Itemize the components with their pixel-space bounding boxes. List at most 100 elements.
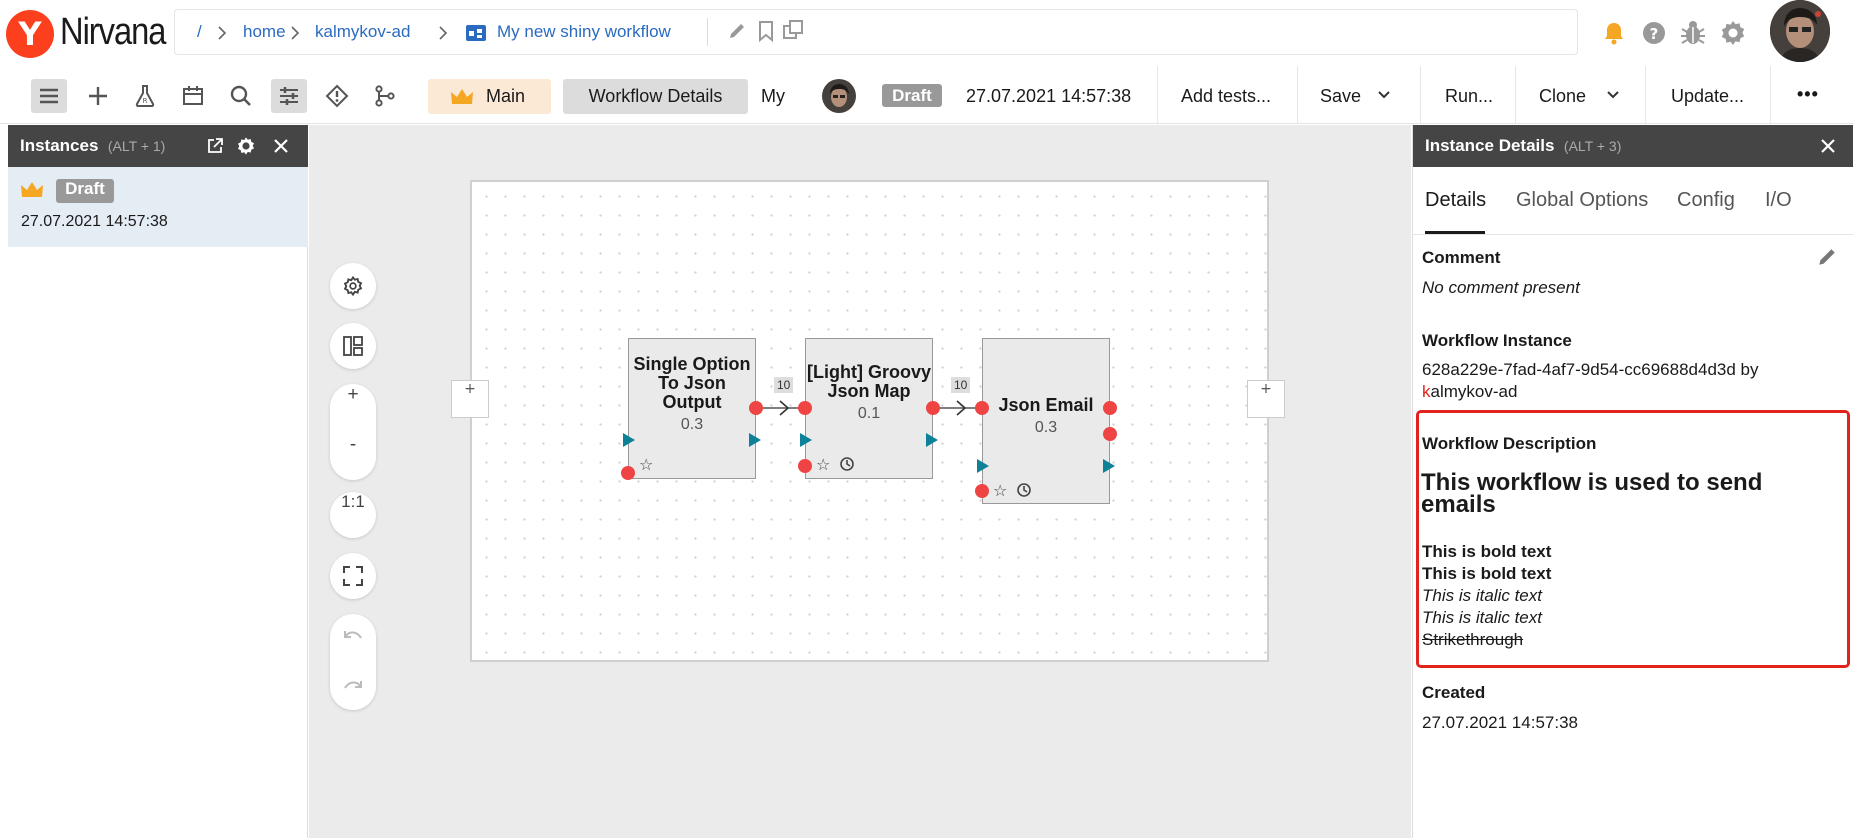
search-button[interactable] <box>223 79 259 113</box>
instance-status-badge: Draft <box>56 179 114 203</box>
validate-button[interactable] <box>319 79 355 113</box>
breadcrumb-home[interactable]: home <box>243 22 286 42</box>
workflow-block[interactable]: Json Email 0.3 ☆ <box>975 338 1117 504</box>
more-menu-button[interactable]: ••• <box>1797 84 1819 105</box>
breadcrumb: / home kalmykov-ad My new shiny workflow <box>174 9 1578 55</box>
output-port[interactable] <box>1103 427 1117 441</box>
copy-icon[interactable] <box>781 18 805 42</box>
comment-value: No comment present <box>1422 278 1580 297</box>
branch-button[interactable] <box>367 79 403 113</box>
edge-label: 10 <box>951 377 971 393</box>
star-icon[interactable]: ☆ <box>639 455 653 474</box>
add-block-button[interactable] <box>80 79 116 113</box>
open-external-icon[interactable] <box>206 137 224 155</box>
chevron-down-icon <box>1378 91 1390 99</box>
my-label[interactable]: My <box>761 86 785 107</box>
close-icon[interactable] <box>273 138 289 154</box>
owner-avatar[interactable] <box>822 79 856 113</box>
yandex-logo[interactable]: Y <box>6 10 54 58</box>
tab-details[interactable]: Details <box>1425 189 1486 212</box>
created-value: 27.07.2021 14:57:38 <box>1422 713 1578 732</box>
block-name: Single Option To Json Output <box>633 354 751 412</box>
actual-size-button[interactable]: 1:1 <box>330 492 376 538</box>
bookmark-icon[interactable] <box>757 20 775 42</box>
settings-gear-icon[interactable] <box>236 136 256 156</box>
instances-shortcut: (ALT + 1) <box>107 138 166 154</box>
tab-global-options[interactable]: Global Options <box>1516 189 1648 212</box>
start-port[interactable] <box>800 433 812 447</box>
zoom-in-button[interactable]: + <box>330 384 376 430</box>
run-button[interactable]: Run... <box>1445 86 1493 107</box>
layout-button[interactable] <box>330 323 376 369</box>
toolbar-divider <box>1297 66 1298 123</box>
main-instance-button[interactable]: Main <box>428 79 551 114</box>
undo-icon[interactable] <box>343 628 363 644</box>
fit-screen-button[interactable] <box>330 553 376 599</box>
input-port[interactable] <box>975 484 989 498</box>
tab-io[interactable]: I/O <box>1765 189 1792 212</box>
input-port[interactable] <box>798 459 812 473</box>
workflow-details-button[interactable]: Workflow Details <box>563 79 748 114</box>
pencil-icon[interactable] <box>727 21 747 41</box>
add-tests-button[interactable]: Add tests... <box>1181 86 1271 107</box>
experiments-button[interactable]: R <box>127 79 163 113</box>
description-italic-line: This is italic text <box>1422 586 1542 605</box>
breadcrumb-root[interactable]: / <box>197 22 202 42</box>
instance-details-panel: Instance Details (ALT + 3) Details Globa… <box>1412 125 1853 838</box>
add-input-button[interactable]: + <box>451 380 489 418</box>
star-icon[interactable]: ☆ <box>993 481 1007 500</box>
chevron-right-icon <box>439 26 448 40</box>
canvas-settings-button[interactable] <box>330 263 376 309</box>
workflow-block[interactable]: [Light] Groovy Json Map 0.1 ☆ <box>798 338 940 479</box>
output-port[interactable] <box>749 401 763 415</box>
help-icon[interactable]: ? <box>1641 20 1667 46</box>
pencil-icon[interactable] <box>1816 246 1838 268</box>
start-port[interactable] <box>623 433 635 447</box>
start-port[interactable] <box>977 459 989 473</box>
output-port[interactable] <box>926 401 940 415</box>
bell-icon[interactable] <box>1601 20 1627 46</box>
toggle-instances-button[interactable] <box>31 79 67 113</box>
close-icon[interactable] <box>1820 138 1836 154</box>
options-button[interactable] <box>271 79 307 113</box>
toolbar: R Main Workflow Details My Draft 27.07.2… <box>0 66 1853 124</box>
gear-icon <box>343 276 363 296</box>
input-port[interactable] <box>621 466 635 480</box>
description-bold-line: This is bold text <box>1422 564 1552 583</box>
fullscreen-icon <box>343 566 363 586</box>
input-port[interactable] <box>798 401 812 415</box>
workflow-instance-owner[interactable]: kalmykov-ad <box>1422 382 1517 402</box>
zoom-out-button[interactable]: - <box>330 434 376 480</box>
sliders-icon <box>280 87 298 105</box>
redo-icon[interactable] <box>343 678 363 694</box>
crown-icon <box>21 182 43 197</box>
plus-icon <box>89 87 107 105</box>
star-icon[interactable]: ☆ <box>816 455 830 474</box>
finish-port[interactable] <box>926 433 938 447</box>
breadcrumb-user[interactable]: kalmykov-ad <box>315 22 410 42</box>
user-avatar[interactable] <box>1770 0 1830 62</box>
app-brand[interactable]: Nirvana <box>60 11 166 54</box>
add-output-button[interactable]: + <box>1247 380 1285 418</box>
tab-config[interactable]: Config <box>1677 189 1735 212</box>
clone-button[interactable]: Clone <box>1539 78 1639 112</box>
draft-badge: Draft <box>882 84 942 107</box>
settings-gear-icon[interactable] <box>1719 19 1747 47</box>
history-icon[interactable] <box>1016 482 1032 498</box>
update-button[interactable]: Update... <box>1671 86 1744 107</box>
save-button[interactable]: Save <box>1320 78 1414 112</box>
instance-list-item[interactable]: Draft 27.07.2021 14:57:38 <box>8 167 308 247</box>
bug-icon[interactable] <box>1680 19 1706 47</box>
description-bold-line: This is bold text <box>1422 542 1552 561</box>
calendar-button[interactable] <box>175 79 211 113</box>
input-port[interactable] <box>975 401 989 415</box>
finish-port[interactable] <box>1103 459 1115 473</box>
breadcrumb-workflow[interactable]: My new shiny workflow <box>497 22 671 42</box>
output-port[interactable] <box>1103 401 1117 415</box>
finish-port[interactable] <box>749 433 761 447</box>
workflow-block[interactable]: Single Option To Json Output 0.3 ☆ <box>621 338 763 480</box>
block-version: 0.3 <box>680 416 704 433</box>
history-icon[interactable] <box>839 456 855 472</box>
calendar-icon <box>183 86 203 105</box>
comment-label: Comment <box>1422 248 1501 267</box>
